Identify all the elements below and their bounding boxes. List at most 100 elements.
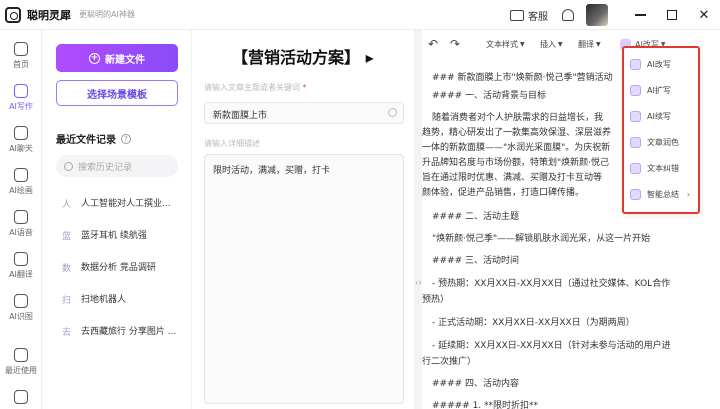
customer-service-button[interactable]: 客服: [510, 8, 548, 23]
new-file-button[interactable]: + 新建文件: [56, 44, 178, 72]
scan-icon: [14, 294, 28, 308]
search-icon: [64, 161, 73, 171]
keyword-input[interactable]: 新款面膜上市: [204, 102, 404, 124]
file-icon: [14, 389, 28, 404]
proofread-icon: [630, 162, 641, 174]
nav-item-ai-paint[interactable]: AI绘画: [0, 162, 42, 202]
nav-label: AI写作: [9, 102, 33, 111]
nav-label: 最近使用: [5, 366, 37, 375]
menu-item-label: 智能总结: [647, 189, 679, 199]
nav-label: AI语音: [9, 228, 33, 237]
content-line: #### 二、活动主题: [432, 212, 520, 222]
menu-item-label: 文章润色: [647, 137, 679, 147]
menu-item-ai-expand[interactable]: AI扩写: [630, 80, 696, 100]
list-item[interactable]: 去去西藏旅行 分享图片 ...: [62, 320, 186, 340]
content-line: 随着消费者对个人护肤需求的日益增长，我: [432, 113, 604, 123]
content-line: - 正式活动期：XX月XX日-XX月XX日（为期两周）: [432, 318, 635, 328]
description-textarea[interactable]: 限时活动，满减，买赠，打卡: [204, 154, 404, 404]
close-button[interactable]: ✕: [688, 0, 720, 30]
content-line: #### 四、活动内容: [432, 379, 520, 389]
close-icon: ✕: [698, 7, 710, 23]
menu-item-polish[interactable]: 文章润色: [630, 132, 696, 152]
chat-bubble-icon: [510, 9, 524, 21]
translate-dropdown[interactable]: 翻译 ▼: [578, 39, 601, 50]
menu-item-ai-continue[interactable]: AI续写: [630, 106, 696, 126]
file-name: 蓝牙耳机 续航强: [81, 230, 147, 241]
nav-label: 首页: [13, 60, 29, 69]
content-line: 趋势，精心研发出了一款集高效保湿、深层滋养: [422, 128, 612, 138]
list-item[interactable]: 人人工智能对人工撰业...: [62, 192, 186, 212]
content-line: "焕新颜·悦己季"——解锁肌肤水润光采，从这一片开始: [432, 234, 651, 244]
translate-icon: [14, 252, 28, 266]
left-nav: 首页 AI写作 AI聊天 AI绘画 AI语音 AI翻译 AI识图 最近使用: [0, 30, 42, 409]
input-form: 【营销活动方案】 ▸ 请输入文章主题或者关键词 * 新款面膜上市 请输入详细描述…: [192, 30, 414, 409]
content-line: 行二次推广）: [422, 357, 477, 367]
choose-template-button[interactable]: 选择场景模板: [56, 80, 178, 106]
title-bar: 聪明灵犀 更聪明的AI神器 客服 ✕: [0, 0, 720, 30]
nav-label: AI聊天: [9, 144, 33, 153]
polish-icon: [630, 136, 641, 148]
play-icon[interactable]: ▸: [360, 48, 374, 67]
chat-icon: [14, 126, 28, 140]
expand-icon: [630, 84, 641, 96]
content-line: - 延续期：XX月XX日-XX月XX日（针对未参与活动的用户进: [432, 341, 671, 351]
headphone-icon: [14, 210, 28, 224]
page-title: 【营销活动方案】 ▸: [232, 44, 374, 68]
search-placeholder: 搜索历史记录: [78, 162, 133, 173]
text-style-dropdown[interactable]: 文本样式 ▼: [486, 39, 525, 50]
list-item[interactable]: 蓝蓝牙耳机 续航强: [62, 224, 186, 244]
nav-label: AI翻译: [9, 270, 33, 279]
nav-item-ai-chat[interactable]: AI聊天: [0, 120, 42, 160]
nav-item-files[interactable]: [0, 378, 42, 409]
description-value: 限时活动，满减，买赠，打卡: [213, 166, 331, 176]
paint-icon: [14, 168, 28, 182]
file-name: 人工智能对人工撰业...: [81, 198, 171, 209]
keyword-label: 请输入文章主题或者关键词 *: [204, 82, 307, 93]
rewrite-icon: [630, 58, 641, 70]
text-style-label: 文本样式: [486, 39, 518, 49]
nav-item-home[interactable]: 首页: [0, 36, 42, 76]
nav-item-recent[interactable]: 最近使用: [0, 342, 42, 382]
menu-item-ai-rewrite[interactable]: AI改写: [630, 54, 696, 74]
clear-icon[interactable]: [388, 108, 397, 117]
list-item[interactable]: 扫扫地机器人: [62, 288, 186, 308]
undo-button[interactable]: ↶: [428, 37, 438, 51]
content-line: ### 新款面膜上市"焕新颜·悦己季"营销活动: [432, 73, 613, 83]
avatar[interactable]: [586, 4, 608, 26]
list-item[interactable]: 数数据分析 竞品调研: [62, 256, 186, 276]
content-line: 预热）: [422, 295, 450, 305]
description-label: 请输入详细描述: [204, 139, 260, 148]
file-type-icon: 去: [62, 327, 72, 338]
insert-dropdown[interactable]: 插入 ▼: [540, 39, 563, 50]
minimize-icon: [634, 14, 646, 16]
bell-icon[interactable]: [562, 9, 574, 21]
nav-item-ai-translate[interactable]: AI翻译: [0, 246, 42, 286]
nav-item-ai-image-recognition[interactable]: AI识图: [0, 288, 42, 328]
redo-button[interactable]: ↷: [450, 37, 460, 51]
content-line: 一体的新款面膜——"水润光采面膜"。为庆祝新: [422, 143, 611, 153]
maximize-button[interactable]: [656, 0, 688, 30]
new-file-label: 新建文件: [105, 54, 145, 66]
menu-item-summary[interactable]: 智能总结 ›: [630, 184, 696, 204]
nav-item-ai-voice[interactable]: AI语音: [0, 204, 42, 244]
file-type-icon: 人: [62, 199, 72, 210]
caret-down-icon: ▼: [520, 40, 525, 48]
history-search[interactable]: 搜索历史记录: [56, 155, 178, 177]
app-logo-icon: [5, 6, 21, 23]
caret-down-icon: ▼: [596, 40, 601, 48]
content-line: #### 三、活动时间: [432, 256, 520, 266]
content-line: 旨在通过限时优惠、满减、买赠及打卡互动等: [422, 173, 603, 183]
menu-item-proofread[interactable]: 文本纠错: [630, 158, 696, 178]
clock-icon: [14, 348, 28, 362]
keyword-label-text: 请输入文章主题或者关键词: [204, 83, 300, 92]
panel-splitter[interactable]: ‹›: [414, 30, 422, 409]
required-mark: *: [302, 83, 307, 92]
page-title-text: 【营销活动方案】: [232, 48, 361, 67]
file-name: 扫地机器人: [81, 294, 127, 305]
help-icon[interactable]: ?: [121, 133, 131, 144]
nav-item-ai-writing[interactable]: AI写作: [0, 78, 42, 118]
menu-item-label: AI扩写: [647, 85, 671, 95]
content-line: #### 一、活动背景与目标: [432, 91, 547, 101]
minimize-button[interactable]: [624, 0, 656, 30]
file-type-icon: 数: [62, 263, 72, 274]
